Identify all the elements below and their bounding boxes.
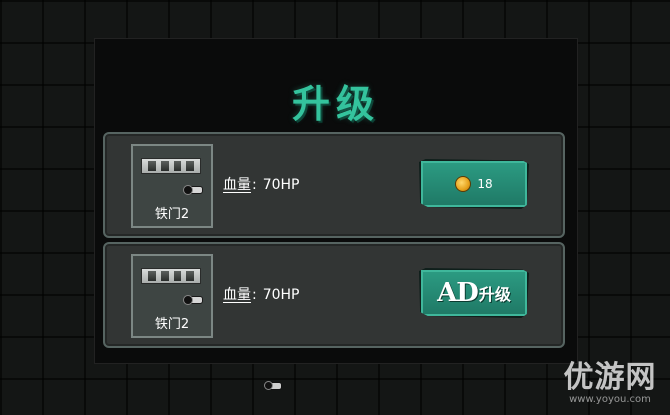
dialog-title: 升级 <box>291 82 380 126</box>
coin-icon <box>455 176 472 192</box>
iron-door-icon <box>141 268 201 284</box>
hp-stat-value: 70HP <box>262 287 300 303</box>
site-watermark: 优游网 www.yoyou.com <box>560 360 660 406</box>
floor-key-icon <box>264 381 282 390</box>
hp-stat-separator: : <box>252 177 257 193</box>
coin-upgrade-button[interactable]: 18 <box>419 159 529 209</box>
item-card: 铁门2 <box>131 254 213 338</box>
ad-mark: AD <box>437 278 479 308</box>
watermark-logo: 优游网 <box>563 360 657 395</box>
key-icon <box>183 295 203 305</box>
item-name: 铁门2 <box>154 207 190 222</box>
hp-stat: 血量: 70HP <box>223 174 300 194</box>
ad-upgrade-label: 升级 <box>478 285 511 304</box>
hp-stat-label: 血量 <box>223 287 251 303</box>
coin-cost: 18 <box>477 177 493 191</box>
iron-door-icon <box>141 158 201 174</box>
hp-stat-separator: : <box>252 287 257 303</box>
ad-upgrade-button[interactable]: AD 升级 <box>419 268 529 318</box>
upgrade-row: 铁门2 血量: 70HP AD 升级 <box>103 242 565 348</box>
item-card: 铁门2 <box>131 144 213 228</box>
hp-stat: 血量: 70HP <box>223 284 300 304</box>
item-name: 铁门2 <box>154 317 190 332</box>
hp-stat-value: 70HP <box>262 177 300 193</box>
hp-stat-label: 血量 <box>223 177 251 193</box>
watermark-url: www.yoyou.com <box>569 394 651 405</box>
upgrade-row: 铁门2 血量: 70HP 18 <box>103 132 565 238</box>
key-icon <box>183 185 203 195</box>
